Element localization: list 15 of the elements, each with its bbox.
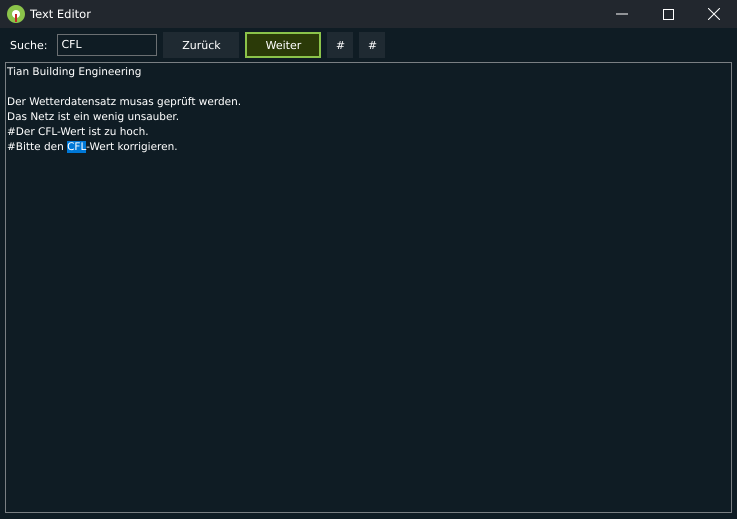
window-title: Text Editor [30, 7, 92, 21]
toolbar-button[interactable]: # [359, 32, 386, 58]
app-logo-icon [7, 5, 25, 23]
text-line: Der Wetterdatensatz musas geprüft werden. [7, 95, 242, 110]
search-label: Suche: [10, 38, 48, 52]
toolbar-button[interactable]: # [327, 32, 354, 58]
search-field[interactable]: CFL [57, 34, 158, 56]
toolbar-button[interactable]: Zurück [163, 32, 240, 58]
minimize-icon [616, 13, 628, 15]
close-icon [708, 8, 720, 20]
text-line: #Der CFL-Wert ist zu hoch. [7, 125, 150, 140]
maximize-icon [662, 8, 674, 20]
text-line: Tian Building Engineering [7, 65, 142, 80]
text-line: Das Netz ist ein wenig unsauber. [7, 110, 180, 125]
toolbar-button[interactable]: Weiter [245, 32, 322, 58]
